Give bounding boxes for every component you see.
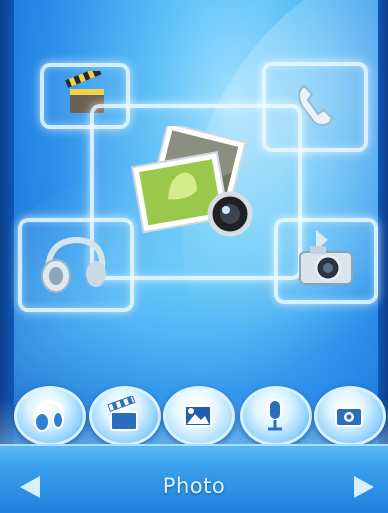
headphones-icon	[34, 399, 65, 432]
clapperboard-icon	[107, 396, 138, 431]
dock-button-photo[interactable]	[163, 386, 235, 446]
photo-icon	[184, 405, 212, 427]
microphone-icon	[268, 399, 282, 431]
dock-button-video[interactable]	[89, 386, 161, 446]
carousel-item-music[interactable]	[18, 218, 134, 312]
headphones-icon	[41, 236, 106, 293]
current-item-title: Photo	[162, 474, 226, 498]
next-arrow-icon[interactable]	[354, 476, 374, 498]
dock-button-camera[interactable]	[314, 386, 386, 446]
camera-icon	[335, 407, 363, 427]
dock-button-record[interactable]	[240, 386, 312, 446]
photo-icon	[131, 126, 253, 237]
dock-button-music[interactable]	[14, 386, 86, 446]
carousel-item-camera[interactable]	[274, 218, 378, 304]
camera-icon	[299, 230, 353, 285]
menu-screen: Photo	[0, 0, 388, 513]
